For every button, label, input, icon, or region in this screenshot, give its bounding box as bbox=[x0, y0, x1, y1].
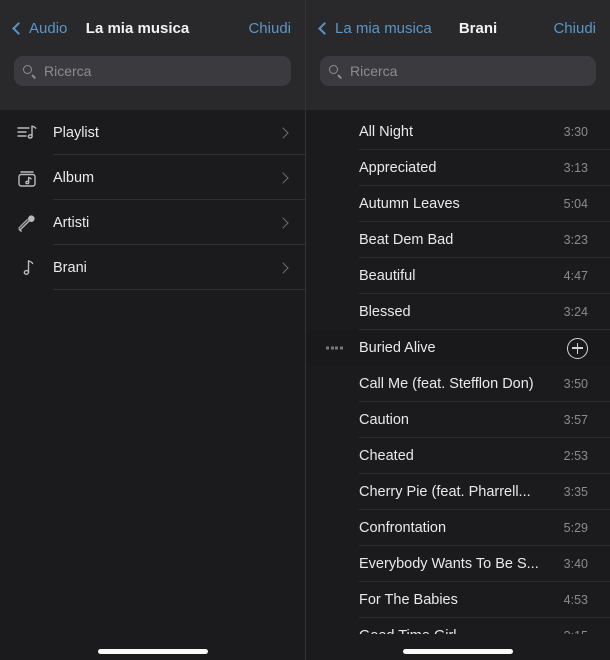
song-row[interactable]: Beat Dem Bad 3:23 bbox=[306, 222, 610, 258]
home-indicator bbox=[403, 649, 513, 654]
sidebar-item-label: Album bbox=[53, 169, 95, 186]
song-row[interactable]: Appreciated 3:13 bbox=[306, 150, 610, 186]
sidebar-item-album[interactable]: Album bbox=[0, 155, 305, 200]
left-search-placeholder: Ricerca bbox=[44, 63, 92, 79]
music-picker-screen: Audio La mia musica Chiudi Ricerca Playl… bbox=[0, 0, 610, 660]
song-row[interactable]: Blessed 3:24 bbox=[306, 294, 610, 330]
plus-circle-icon[interactable] bbox=[567, 337, 588, 359]
song-title: Everybody Wants To Be S... bbox=[359, 556, 539, 572]
music-note-list-icon bbox=[14, 120, 40, 146]
song-duration: 3:40 bbox=[563, 557, 588, 571]
left-search-input[interactable]: Ricerca bbox=[14, 56, 291, 86]
sidebar-item-label: Brani bbox=[53, 259, 87, 276]
left-page-title: La mia musica bbox=[85, 19, 190, 37]
song-duration: 5:29 bbox=[563, 521, 588, 535]
sidebar-item-label: Playlist bbox=[53, 124, 99, 141]
song-row[interactable]: For The Babies 4:53 bbox=[306, 582, 610, 618]
song-title: Beat Dem Bad bbox=[359, 232, 454, 248]
song-duration: 3:24 bbox=[563, 305, 588, 319]
chevron-right-icon bbox=[277, 216, 289, 229]
sidebar-item-brani[interactable]: Brani bbox=[0, 245, 305, 290]
back-button-my-music[interactable]: La mia musica bbox=[318, 19, 432, 37]
song-title: Beautiful bbox=[359, 268, 416, 284]
song-duration: 3:30 bbox=[563, 125, 588, 139]
left-close-button[interactable]: Chiudi bbox=[248, 20, 291, 37]
song-title: Blessed bbox=[359, 304, 411, 320]
right-page-title: Brani bbox=[458, 19, 498, 37]
left-search-container: Ricerca bbox=[0, 56, 305, 86]
song-row[interactable]: Beautiful 4:47 bbox=[306, 258, 610, 294]
song-duration: 3:50 bbox=[563, 377, 588, 391]
sidebar-item-playlist[interactable]: Playlist bbox=[0, 110, 305, 155]
left-panel-header: Audio La mia musica Chiudi Ricerca bbox=[0, 0, 305, 110]
song-title: Autumn Leaves bbox=[359, 196, 460, 212]
song-duration: 4:47 bbox=[563, 269, 588, 283]
home-indicator bbox=[97, 649, 208, 654]
song-duration: 3:57 bbox=[563, 413, 588, 427]
song-title: All Night bbox=[359, 124, 413, 140]
right-search-placeholder: Ricerca bbox=[350, 63, 398, 79]
microphone-icon bbox=[14, 210, 40, 236]
right-navigation-bar: La mia musica Brani Chiudi bbox=[306, 0, 610, 56]
right-panel-header: La mia musica Brani Chiudi Ricerca bbox=[306, 0, 610, 110]
song-title: Call Me (feat. Stefflon Don) bbox=[359, 376, 534, 392]
search-icon bbox=[23, 64, 37, 79]
song-title: Cherry Pie (feat. Pharrell... bbox=[359, 484, 531, 500]
sidebar-item-artisti[interactable]: Artisti bbox=[0, 200, 305, 245]
song-row[interactable]: Call Me (feat. Stefflon Don) 3:50 bbox=[306, 366, 610, 402]
left-panel-my-music: Audio La mia musica Chiudi Ricerca Playl… bbox=[0, 0, 305, 660]
song-row[interactable]: All Night 3:30 bbox=[306, 114, 610, 150]
song-row[interactable]: Everybody Wants To Be S... 3:40 bbox=[306, 546, 610, 582]
song-row[interactable]: Cherry Pie (feat. Pharrell... 3:35 bbox=[306, 474, 610, 510]
sidebar-item-label: Artisti bbox=[53, 214, 90, 231]
song-row[interactable]: Caution 3:57 bbox=[306, 402, 610, 438]
back-button-label: La mia musica bbox=[335, 19, 432, 37]
chevron-right-icon bbox=[277, 126, 289, 139]
song-duration: 3:35 bbox=[563, 485, 588, 499]
chevron-right-icon bbox=[277, 261, 289, 274]
album-card-icon bbox=[14, 165, 40, 191]
song-title: Appreciated bbox=[359, 160, 437, 176]
song-duration: 3:13 bbox=[563, 161, 588, 175]
right-search-container: Ricerca bbox=[306, 56, 610, 86]
left-home-indicator-zone bbox=[0, 634, 305, 660]
song-row[interactable]: Good Time Girl3:15 bbox=[306, 618, 610, 634]
left-navigation-bar: Audio La mia musica Chiudi bbox=[0, 0, 305, 56]
category-list: Playlist Album Artisti Brani bbox=[0, 110, 305, 634]
song-row[interactable]: Autumn Leaves 5:04 bbox=[306, 186, 610, 222]
song-title: For The Babies bbox=[359, 592, 458, 608]
song-duration: 3:23 bbox=[563, 233, 588, 247]
song-title: Confrontation bbox=[359, 520, 447, 536]
chevron-left-icon bbox=[318, 21, 331, 35]
right-search-input[interactable]: Ricerca bbox=[320, 56, 596, 86]
song-title: Caution bbox=[359, 412, 409, 428]
right-home-indicator-zone bbox=[306, 634, 610, 660]
song-duration: 5:04 bbox=[563, 197, 588, 211]
drag-dots-icon[interactable] bbox=[326, 346, 348, 350]
song-row[interactable]: Cheated 2:53 bbox=[306, 438, 610, 474]
music-note-icon bbox=[14, 255, 40, 281]
song-title: Buried Alive bbox=[359, 340, 436, 356]
song-duration: 2:53 bbox=[563, 449, 588, 463]
song-row[interactable]: Buried Alive bbox=[306, 330, 610, 366]
back-button-label: Audio bbox=[29, 19, 68, 37]
chevron-left-icon bbox=[12, 21, 25, 35]
back-button-audio[interactable]: Audio bbox=[12, 19, 68, 37]
chevron-right-icon bbox=[277, 171, 289, 184]
search-icon bbox=[329, 64, 343, 79]
song-duration: 4:53 bbox=[563, 593, 588, 607]
song-list: All Night 3:30 Appreciated 3:13 Autumn Leave… bbox=[306, 110, 610, 634]
song-row[interactable]: Confrontation 5:29 bbox=[306, 510, 610, 546]
song-title: Cheated bbox=[359, 448, 414, 464]
right-panel-songs: La mia musica Brani Chiudi Ricerca All N… bbox=[305, 0, 610, 660]
right-close-button[interactable]: Chiudi bbox=[553, 20, 596, 37]
